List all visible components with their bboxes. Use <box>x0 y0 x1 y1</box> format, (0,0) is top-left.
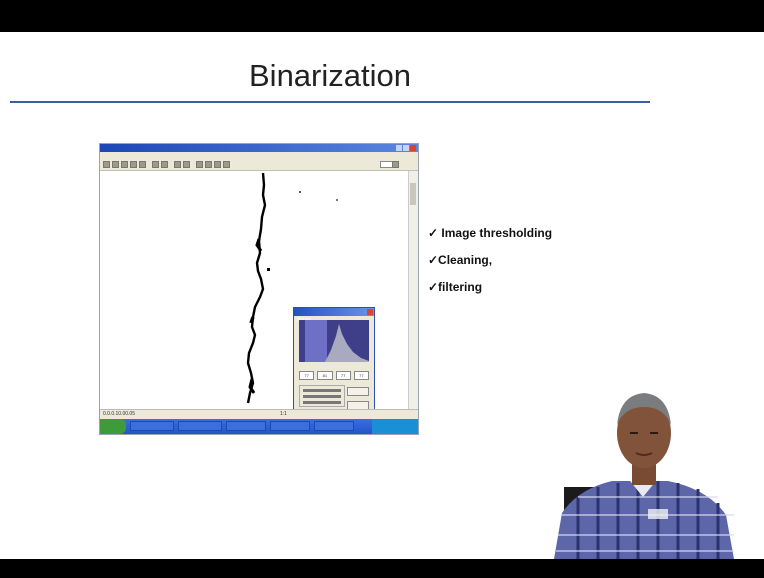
taskbar-item[interactable] <box>130 421 174 431</box>
histogram-curve <box>325 324 369 362</box>
threshold-method-group[interactable] <box>299 385 345 407</box>
bullet-item: ✓Cleaning, <box>428 253 493 267</box>
scroll-thumb[interactable] <box>410 183 416 205</box>
slide-title: Binarization <box>249 58 411 93</box>
window-controls[interactable] <box>396 145 416 151</box>
tool-icon[interactable] <box>223 161 230 168</box>
video-bottom-bar <box>0 559 764 578</box>
status-left: 0.0.0.10.00.05 <box>103 411 135 417</box>
taskbar-item[interactable] <box>178 421 222 431</box>
bullet-item: ✓ Image thresholding <box>428 226 553 240</box>
threshold-fields[interactable]: 77 81 77 77 <box>299 371 369 380</box>
windows-taskbar <box>100 419 418 434</box>
taskbar-item[interactable] <box>226 421 266 431</box>
window-title-text <box>108 144 110 152</box>
threshold-field[interactable]: 77 <box>353 371 369 380</box>
bullet-list: ✓ Image thresholding ✓Cleaning, ✓filteri… <box>428 225 552 306</box>
video-top-bar <box>0 0 764 32</box>
tool-icon[interactable] <box>161 161 168 168</box>
title-underline <box>10 101 650 103</box>
tool-icon[interactable] <box>112 161 119 168</box>
system-tray <box>372 419 418 434</box>
status-bar: 0.0.0.10.00.05 1:1 <box>100 409 418 419</box>
histogram <box>299 320 369 362</box>
taskbar-item[interactable] <box>270 421 310 431</box>
threshold-field[interactable]: 81 <box>317 371 333 380</box>
dialog-ok-button[interactable] <box>347 387 369 396</box>
presenter-video <box>554 393 734 559</box>
menu-bar[interactable] <box>100 152 418 159</box>
tool-icon[interactable] <box>139 161 146 168</box>
start-button[interactable] <box>100 419 126 434</box>
threshold-field[interactable]: 77 <box>335 371 351 380</box>
tool-icon[interactable] <box>174 161 181 168</box>
histogram-axis <box>299 364 369 369</box>
bullet-item: ✓filtering <box>428 280 483 294</box>
tool-icon[interactable] <box>152 161 159 168</box>
close-icon[interactable] <box>410 145 416 151</box>
status-right: 1:1 <box>280 411 287 417</box>
maximize-icon[interactable] <box>403 145 409 151</box>
close-icon[interactable] <box>367 309 373 315</box>
dialog-titlebar: Binary <box>294 308 374 323</box>
toolbar[interactable] <box>100 159 418 171</box>
window-titlebar <box>100 144 418 152</box>
tool-icon[interactable] <box>121 161 128 168</box>
tool-icon[interactable] <box>183 161 190 168</box>
tool-icon[interactable] <box>392 161 399 168</box>
tool-icon[interactable] <box>196 161 203 168</box>
tool-icon[interactable] <box>205 161 212 168</box>
minimize-icon[interactable] <box>396 145 402 151</box>
image-canvas[interactable]: Binary 77 81 77 77 <box>100 171 409 433</box>
tool-icon[interactable] <box>214 161 221 168</box>
embedded-app-screenshot: Binary 77 81 77 77 0.0.0.10.00.05 <box>99 143 419 435</box>
tool-icon[interactable] <box>103 161 110 168</box>
tool-icon[interactable] <box>130 161 137 168</box>
threshold-field[interactable]: 77 <box>299 371 315 380</box>
taskbar-item[interactable] <box>314 421 354 431</box>
vertical-scrollbar[interactable] <box>408 171 418 409</box>
